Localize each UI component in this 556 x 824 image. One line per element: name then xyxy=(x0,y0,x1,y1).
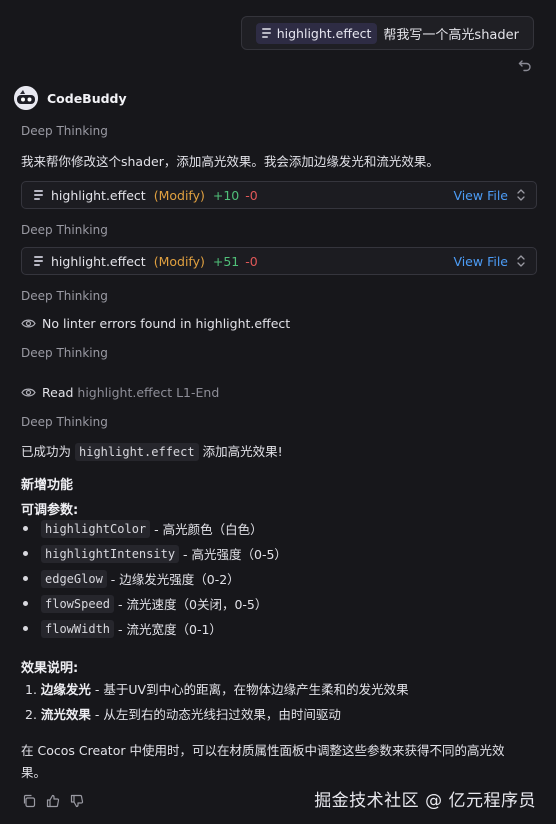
edit-file-name: highlight.effect xyxy=(51,253,146,269)
param-desc: - 边缘发光强度（0-2） xyxy=(110,572,240,587)
file-edit-card[interactable]: highlight.effect (Modify) +51 -0 View Fi… xyxy=(21,247,537,275)
lines-added: +51 xyxy=(212,253,240,269)
param-code: edgeGlow xyxy=(41,569,107,588)
list-item: highlightColor - 高光颜色（白色） xyxy=(21,519,263,538)
bullet xyxy=(23,576,28,581)
param-desc: - 流光速度（0关闭，0-5） xyxy=(118,597,268,612)
eye-icon xyxy=(21,319,36,328)
linter-text: No linter errors found in highlight.effe… xyxy=(42,316,291,331)
closing-text: 在 Cocos Creator 中使用时，可以在材质属性面板中调整这些参数来获得… xyxy=(21,743,505,758)
list-item: highlightIntensity - 高光强度（0-5） xyxy=(21,544,287,563)
copy-icon[interactable] xyxy=(22,794,36,808)
effect-desc: - 基于UV到中心的距离，在物体边缘产生柔和的发光效果 xyxy=(94,682,409,697)
intro-text: 我来帮你修改这个shader，添加高光效果。我会添加边缘发光和流光效果。 xyxy=(21,154,439,169)
expand-chevron-icon[interactable] xyxy=(516,188,526,202)
file-icon xyxy=(34,190,43,200)
file-edit-card[interactable]: highlight.effect (Modify) +10 -0 View Fi… xyxy=(21,181,537,209)
deep-thinking-toggle[interactable]: Deep Thinking xyxy=(21,346,108,360)
read-label: Read xyxy=(42,385,74,400)
success-line: 已成功为 highlight.effect 添加高光效果! xyxy=(21,441,283,461)
list-item: flowSpeed - 流光速度（0关闭，0-5） xyxy=(21,594,267,613)
eye-icon xyxy=(21,388,36,397)
lines-added: +10 xyxy=(212,187,240,203)
undo-icon[interactable] xyxy=(518,58,532,72)
param-code: flowSpeed xyxy=(41,594,115,613)
effect-desc: - 从左到右的动态光线扫过效果，由时间驱动 xyxy=(94,707,341,722)
assistant-header: CodeBuddy xyxy=(14,86,127,110)
view-file-link[interactable]: View File xyxy=(453,188,508,203)
deep-thinking-toggle[interactable]: Deep Thinking xyxy=(21,289,108,303)
file-icon xyxy=(34,256,43,266)
view-file-link[interactable]: View File xyxy=(453,254,508,269)
linter-status: No linter errors found in highlight.effe… xyxy=(21,316,290,331)
expand-chevron-icon[interactable] xyxy=(516,254,526,268)
success-suffix: 添加高光效果! xyxy=(202,444,283,459)
list-item: 1. 边缘发光 - 基于UV到中心的距离，在物体边缘产生柔和的发光效果 xyxy=(25,679,409,698)
bullet xyxy=(23,551,28,556)
list-number: 2. xyxy=(25,707,37,722)
section-heading: 效果说明: xyxy=(21,661,79,676)
list-item: 2. 流光效果 - 从左到右的动态光线扫过效果，由时间驱动 xyxy=(25,704,341,723)
file-icon xyxy=(261,28,271,38)
param-desc: - 高光强度（0-5） xyxy=(183,547,287,562)
bullet xyxy=(23,601,28,606)
read-status: Read highlight.effect L1-End xyxy=(21,385,219,400)
list-item: edgeGlow - 边缘发光强度（0-2） xyxy=(21,569,240,588)
edit-file-name: highlight.effect xyxy=(51,187,146,203)
user-message: highlight.effect 帮我写一个高光shader xyxy=(240,16,534,50)
list-item: flowWidth - 流光宽度（0-1） xyxy=(21,619,222,638)
thumbs-down-icon[interactable] xyxy=(70,794,84,808)
success-prefix: 已成功为 xyxy=(21,444,72,459)
param-code: highlightIntensity xyxy=(41,544,180,563)
assistant-name: CodeBuddy xyxy=(47,90,127,106)
message-actions xyxy=(22,794,84,808)
param-desc: - 高光颜色（白色） xyxy=(154,522,263,537)
edit-action: (Modify) xyxy=(153,187,205,203)
deep-thinking-toggle[interactable]: Deep Thinking xyxy=(21,124,108,138)
section-heading: 可调参数: xyxy=(21,503,79,518)
param-code: highlightColor xyxy=(41,519,151,538)
closing-text: 果。 xyxy=(21,765,47,780)
param-desc: - 流光宽度（0-1） xyxy=(118,622,222,637)
list-number: 1. xyxy=(25,682,37,697)
param-code: flowWidth xyxy=(41,619,115,638)
lines-removed: -0 xyxy=(245,187,258,203)
bullet xyxy=(23,526,28,531)
effect-name: 边缘发光 xyxy=(40,682,91,697)
avatar xyxy=(14,86,38,110)
file-chip-label: highlight.effect xyxy=(276,25,372,41)
watermark: 掘金技术社区 @ 亿元程序员 xyxy=(314,791,536,811)
lines-removed: -0 xyxy=(245,253,258,269)
deep-thinking-toggle[interactable]: Deep Thinking xyxy=(21,223,108,237)
deep-thinking-toggle[interactable]: Deep Thinking xyxy=(21,415,108,429)
bullet xyxy=(23,626,28,631)
file-reference-chip[interactable]: highlight.effect xyxy=(255,22,378,44)
user-message-text: 帮我写一个高光shader xyxy=(383,27,519,43)
edit-action: (Modify) xyxy=(153,253,205,269)
inline-code: highlight.effect xyxy=(75,443,199,461)
read-target[interactable]: highlight.effect L1-End xyxy=(77,385,219,400)
effect-name: 流光效果 xyxy=(40,707,91,722)
section-heading: 新增功能 xyxy=(21,478,74,493)
thumbs-up-icon[interactable] xyxy=(46,794,60,808)
